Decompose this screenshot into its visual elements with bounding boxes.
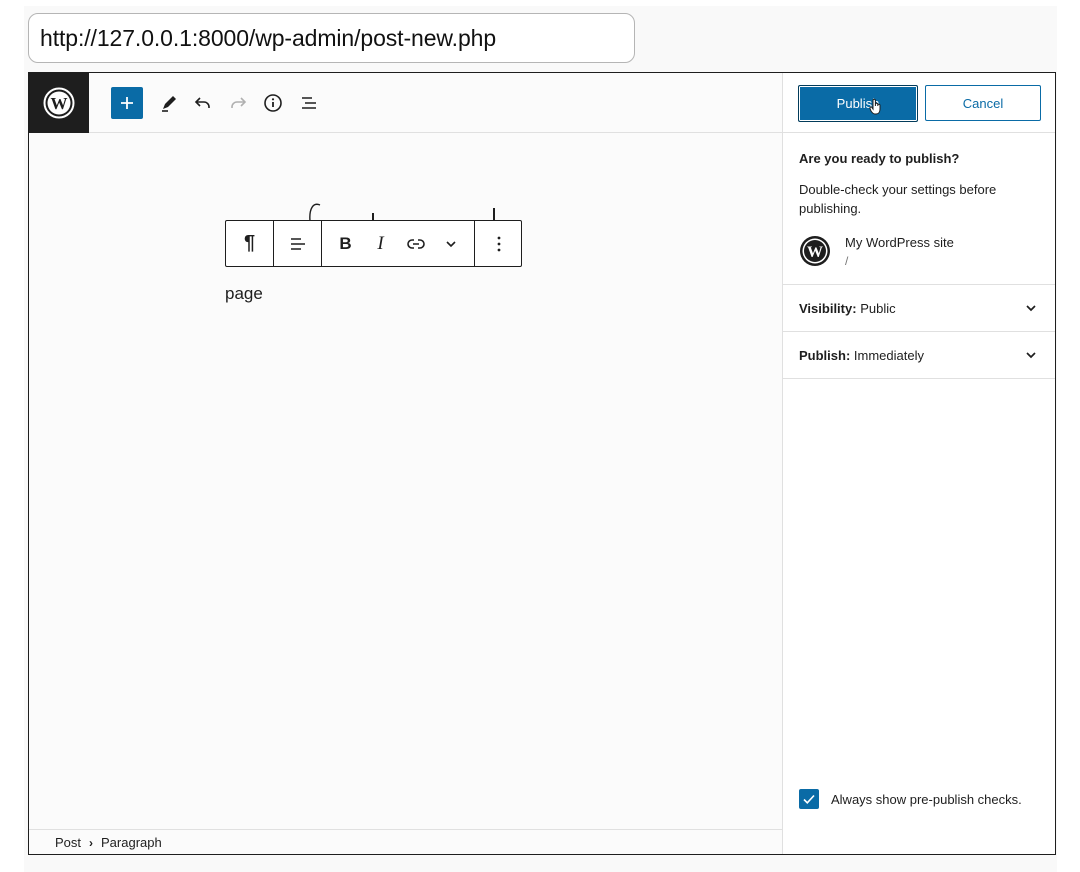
prepublish-checks-option: Always show pre-publish checks. <box>799 789 1022 809</box>
italic-button[interactable]: I <box>363 221 398 266</box>
align-text-button[interactable] <box>274 221 321 266</box>
block-options-button[interactable] <box>475 221 522 266</box>
site-info: W My WordPress site / <box>799 235 1040 268</box>
prepublish-intro: Are you ready to publish? Double-check y… <box>783 133 1055 285</box>
undo-icon <box>194 97 210 108</box>
site-icon: W <box>800 236 830 266</box>
plus-icon <box>121 97 133 109</box>
options-group <box>475 221 522 266</box>
publish-button[interactable]: Publish <box>798 85 918 122</box>
wordpress-editor: W ¶ B I page Post › Paragraph Publish Ca… <box>28 72 1056 855</box>
prepublish-header: Publish Cancel <box>783 73 1055 133</box>
pilcrow-icon: ¶ <box>243 232 256 254</box>
wordpress-logo-button[interactable]: W <box>29 73 89 133</box>
undo-button[interactable] <box>187 87 219 119</box>
prepublish-description: Double-check your settings before publis… <box>799 182 997 216</box>
site-url: / <box>845 254 849 268</box>
editor-canvas[interactable]: ¶ B I page <box>29 133 782 829</box>
bold-icon: B <box>339 233 352 253</box>
chevron-down-icon <box>1026 352 1036 359</box>
more-vertical-icon <box>497 236 500 251</box>
italic-icon: I <box>377 232 384 254</box>
svg-text:W: W <box>51 94 68 113</box>
add-block-button[interactable] <box>111 87 143 119</box>
align-left-icon <box>290 237 305 250</box>
breadcrumb-item-post[interactable]: Post <box>55 835 81 850</box>
more-formats-button[interactable] <box>433 221 468 266</box>
chevron-down-icon <box>1026 305 1036 312</box>
info-icon <box>264 94 282 112</box>
paragraph-block-button[interactable]: ¶ <box>226 221 273 266</box>
publish-date-label: Publish: <box>799 347 851 363</box>
prepublish-title: Are you ready to publish? <box>799 151 960 166</box>
chevron-down-icon <box>445 240 456 247</box>
format-group: B I <box>322 221 475 266</box>
list-view-icon <box>302 97 316 109</box>
prepublish-checks-checkbox[interactable] <box>799 789 819 809</box>
checkmark-icon <box>803 794 815 804</box>
publish-date-panel-toggle[interactable]: Publish: Immediately <box>783 332 1055 379</box>
wordpress-icon: W <box>43 87 75 119</box>
breadcrumb-item-paragraph: Paragraph <box>101 835 162 850</box>
link-icon <box>406 238 425 249</box>
block-type-group: ¶ <box>226 221 274 266</box>
paragraph-block[interactable]: page <box>225 284 263 304</box>
visibility-value: Public <box>860 300 896 316</box>
hand-cursor-icon <box>869 98 881 115</box>
redo-icon <box>231 97 247 108</box>
link-button[interactable] <box>398 221 433 266</box>
publish-date-value: Immediately <box>853 347 924 363</box>
redo-button[interactable] <box>222 87 254 119</box>
pencil-icon <box>162 96 176 112</box>
details-button[interactable] <box>257 87 289 119</box>
chevron-right-icon: › <box>89 835 94 850</box>
block-toolbar: ¶ B I <box>225 220 522 267</box>
site-name: My WordPress site <box>845 235 954 250</box>
editor-top-bar: W <box>29 73 782 133</box>
list-view-button[interactable] <box>293 87 325 119</box>
bold-button[interactable]: B <box>328 221 363 266</box>
tools-button[interactable] <box>153 87 185 119</box>
visibility-panel-toggle[interactable]: Visibility: Public <box>783 285 1055 332</box>
prepublish-panel: Publish Cancel Are you ready to publish?… <box>782 73 1055 854</box>
svg-text:W: W <box>807 244 823 261</box>
visibility-label: Visibility: <box>799 300 857 316</box>
align-group <box>274 221 322 266</box>
prepublish-checks-label: Always show pre-publish checks. <box>831 791 1022 807</box>
cancel-button[interactable]: Cancel <box>925 85 1041 121</box>
hidden-title-fragment <box>309 203 321 221</box>
breadcrumb: Post › Paragraph <box>29 829 782 854</box>
url-bar[interactable]: http://127.0.0.1:8000/wp-admin/post-new.… <box>28 13 635 63</box>
